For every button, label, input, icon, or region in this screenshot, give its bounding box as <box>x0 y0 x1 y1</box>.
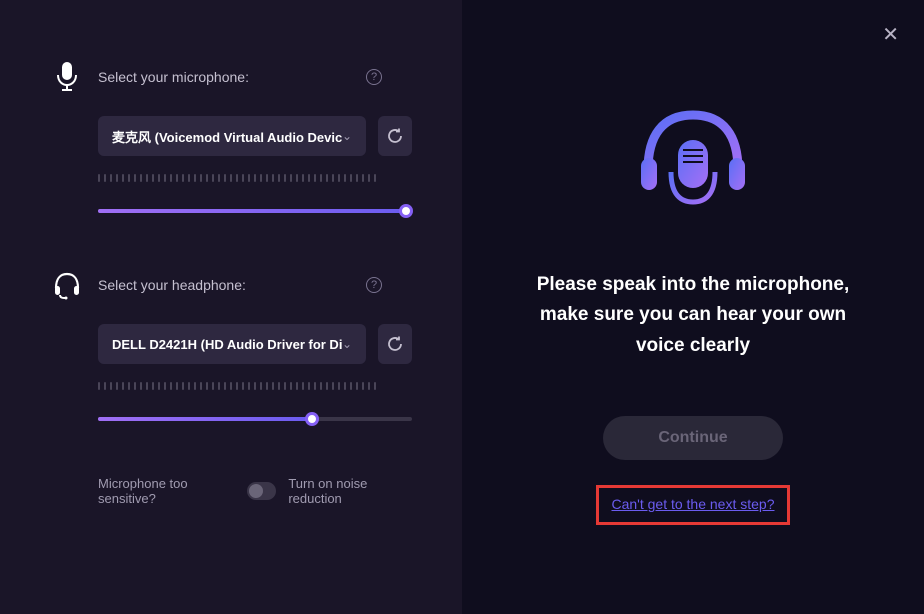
headphone-icon <box>50 268 84 302</box>
microphone-section: Select your microphone: ? 麦克风 (Voicemod … <box>50 60 412 218</box>
microphone-headphone-illustration <box>623 100 763 240</box>
help-link-highlight: Can't get to the next step? <box>596 485 789 525</box>
instruction-text: Please speak into the microphone, make s… <box>533 270 853 361</box>
headphone-volume-slider[interactable] <box>98 412 412 426</box>
microphone-refresh-button[interactable] <box>378 116 412 156</box>
headphone-section: Select your headphone: ? DELL D2421H (HD… <box>50 268 412 426</box>
close-button[interactable]: ✕ <box>882 25 899 45</box>
headphone-level-meter <box>98 382 412 390</box>
microphone-select[interactable]: 麦克风 (Voicemod Virtual Audio Device (WD ⌄ <box>98 116 366 156</box>
refresh-icon <box>386 127 404 145</box>
headphone-select[interactable]: DELL D2421H (HD Audio Driver for Display… <box>98 324 366 364</box>
continue-button[interactable]: Continue <box>603 416 783 460</box>
instruction-panel: ✕ Please speak <box>462 0 924 614</box>
headphone-refresh-button[interactable] <box>378 324 412 364</box>
headphone-select-value: DELL D2421H (HD Audio Driver for Display… <box>112 337 342 352</box>
microphone-level-meter <box>98 174 412 182</box>
settings-panel: Select your microphone: ? 麦克风 (Voicemod … <box>0 0 462 614</box>
chevron-down-icon: ⌄ <box>342 129 352 143</box>
microphone-icon <box>50 60 84 94</box>
headphone-help-icon[interactable]: ? <box>366 277 382 293</box>
microphone-label: Select your microphone: <box>98 69 366 85</box>
help-link[interactable]: Can't get to the next step? <box>611 496 774 512</box>
refresh-icon <box>386 335 404 353</box>
microphone-volume-slider[interactable] <box>98 204 412 218</box>
noise-reduction-row: Microphone too sensitive? Turn on noise … <box>98 476 412 506</box>
microphone-help-icon[interactable]: ? <box>366 69 382 85</box>
chevron-down-icon: ⌄ <box>342 337 352 351</box>
headphone-label: Select your headphone: <box>98 277 366 293</box>
noise-reduction-toggle[interactable] <box>247 482 276 500</box>
noise-reduction-question: Microphone too sensitive? <box>98 476 235 506</box>
noise-reduction-action: Turn on noise reduction <box>288 476 412 506</box>
microphone-select-value: 麦克风 (Voicemod Virtual Audio Device (WD <box>112 127 342 146</box>
